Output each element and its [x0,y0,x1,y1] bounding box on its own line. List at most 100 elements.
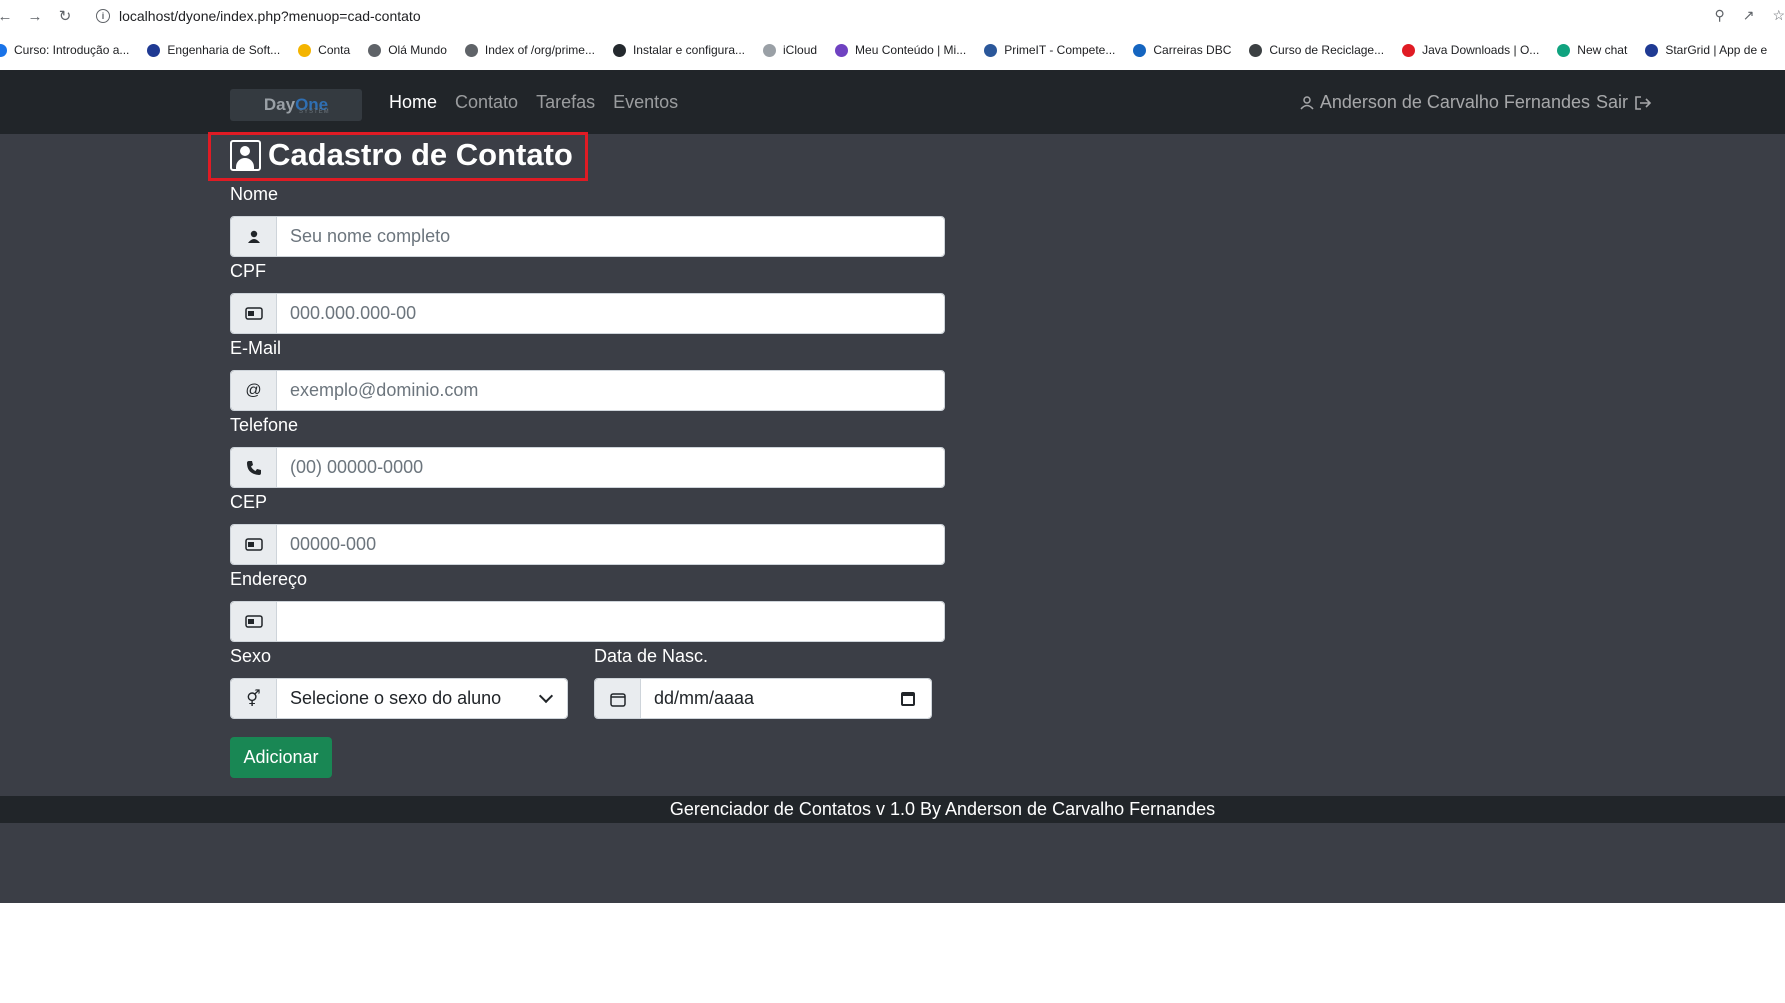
logout-icon[interactable] [1634,95,1652,111]
bookmark-item[interactable]: Engenharia de Soft... [147,43,280,57]
footer: Gerenciador de Contatos v 1.0 By Anderso… [0,796,1785,823]
endereco-input[interactable] [277,602,944,641]
id-card-icon [231,294,277,333]
gender-icon: ⚥ [231,679,277,718]
sexo-select[interactable]: Selecione o sexo do aluno [277,679,567,718]
endereco-field-group [230,601,945,642]
logo-system-text: SYSTEM [299,109,330,115]
bookmark-item[interactable]: Instalar e configura... [612,43,745,57]
bookmark-item[interactable]: Curso: Introdução a... [0,43,129,57]
cep-input[interactable]: 00000-000 [277,525,944,564]
bookmark-item[interactable]: Index of /org/prime... [464,43,595,57]
logo-day-text: Day [263,95,296,114]
bookmark-item[interactable]: PrimeIT - Compete... [984,43,1115,57]
page-title-text: Cadastro de Contato [268,137,573,172]
url-text[interactable]: localhost/dyone/index.php?menuop=cad-con… [119,8,421,24]
bookmark-favicon-icon [835,43,849,57]
bookmark-label: PrimeIT - Compete... [1004,43,1116,57]
bookmark-favicon-icon [147,43,161,57]
cpf-input[interactable]: 000.000.000-00 [277,294,944,333]
cpf-field-group: 000.000.000-00 [230,293,945,334]
bookmark-item[interactable]: StarGrid | App de e [1645,43,1767,57]
share-icon[interactable]: ↗ [1743,7,1755,24]
forward-icon[interactable]: → [24,8,46,25]
cep-label: CEP [230,492,268,512]
bookmark-label: Carreiras DBC [1153,43,1232,57]
bookmark-label: Olá Mundo [388,43,447,57]
bookmark-label: Curso: Introdução a... [14,43,130,57]
cpf-label: CPF [230,261,266,281]
nav-eventos[interactable]: Eventos [613,92,678,113]
bookmark-item[interactable]: iCloud [763,43,817,57]
logout-link[interactable]: Sair [1596,92,1628,113]
bookmark-label: StarGrid | App de e [1665,43,1768,57]
data-nasc-placeholder: dd/mm/aaaa [654,688,755,708]
bookmark-label: Java Downloads | O... [1422,43,1540,57]
user-menu[interactable]: Anderson de Carvalho Fernandes Sair [1300,92,1652,113]
data-nasc-label: Data de Nasc. [594,646,709,666]
bookmark-label: Meu Conteúdo | Mi... [855,43,967,57]
star-icon[interactable]: ☆ [1772,7,1785,24]
page-title: Cadastro de Contato [230,137,573,173]
data-nasc-input[interactable]: dd/mm/aaaa [641,679,931,718]
nome-field-group: Seu nome completo [230,216,945,257]
bookmark-item[interactable]: Curso de Reciclage... [1249,43,1384,57]
id-card-icon [231,525,277,564]
bookmark-favicon-icon [984,43,998,57]
app-container: Day One SYSTEM Home Contato Tarefas Event… [0,70,1785,903]
bookmark-item[interactable]: Java Downloads | O... [1402,43,1539,57]
person-icon [231,217,277,256]
telefone-label: Telefone [230,415,299,435]
bookmark-label: Conta [318,43,351,57]
telefone-input[interactable]: (00) 00000-0000 [277,448,944,487]
footer-text: Gerenciador de Contatos v 1.0 By Anderso… [669,799,1216,819]
email-input[interactable]: exemplo@dominio.com [277,371,944,410]
telefone-field-group: (00) 00000-0000 [230,447,945,488]
nav-tarefas[interactable]: Tarefas [536,92,595,113]
bookmark-item[interactable]: New chat [1557,43,1627,57]
bookmarks-bar: Curso: Introdução a... Engenharia de Soft… [0,38,1785,62]
browser-toolbar: ← → ↻ i localhost/dyone/index.php?menuop… [0,0,1785,32]
phone-icon [231,448,277,487]
logo[interactable]: Day One SYSTEM [230,89,362,121]
bookmark-favicon-icon [1557,43,1571,57]
bookmark-favicon-icon [763,43,777,57]
bookmark-item[interactable]: Conta [298,43,350,57]
reload-icon[interactable]: ↻ [54,7,76,25]
main-menu: Home Contato Tarefas Eventos [389,92,678,113]
nome-input[interactable]: Seu nome completo [277,217,944,256]
user-icon [1300,95,1314,110]
contact-card-icon [230,139,261,171]
nav-contato[interactable]: Contato [455,92,518,113]
navbar: Day One SYSTEM Home Contato Tarefas Event… [0,70,1785,134]
id-card-icon [231,602,277,641]
site-info-icon[interactable]: i [96,9,110,23]
bookmark-label: Engenharia de Soft... [167,43,281,57]
nome-label: Nome [230,184,279,204]
bookmark-label: iCloud [783,43,818,57]
zoom-icon[interactable]: ⚲ [1714,7,1724,24]
chevron-down-icon [538,688,554,704]
bookmark-favicon-icon [1249,43,1263,57]
adicionar-button[interactable]: Adicionar [230,737,332,778]
date-picker-icon[interactable] [901,691,915,706]
nav-home[interactable]: Home [389,92,437,113]
bookmark-favicon-icon [612,43,626,57]
data-nasc-field-group: dd/mm/aaaa [594,678,932,719]
sexo-label: Sexo [230,646,272,666]
bookmark-label: Index of /org/prime... [484,43,595,57]
email-label: E-Mail [230,338,282,358]
bookmark-item[interactable]: Carreiras DBC [1133,43,1231,57]
back-icon[interactable]: ← [0,8,16,25]
at-icon: @ [231,371,277,410]
address-bar[interactable]: i localhost/dyone/index.php?menuop=cad-c… [96,8,421,24]
bookmark-item[interactable]: Olá Mundo [368,43,447,57]
email-field-group: @ exemplo@dominio.com [230,370,945,411]
bookmark-label: Curso de Reciclage... [1269,43,1385,57]
bookmark-favicon-icon [1133,43,1147,57]
user-name: Anderson de Carvalho Fernandes [1319,92,1590,112]
bookmark-favicon-icon [1645,43,1659,57]
bookmark-favicon-icon [1402,43,1416,57]
bookmark-item[interactable]: Meu Conteúdo | Mi... [835,43,966,57]
bookmark-label: New chat [1577,43,1628,57]
